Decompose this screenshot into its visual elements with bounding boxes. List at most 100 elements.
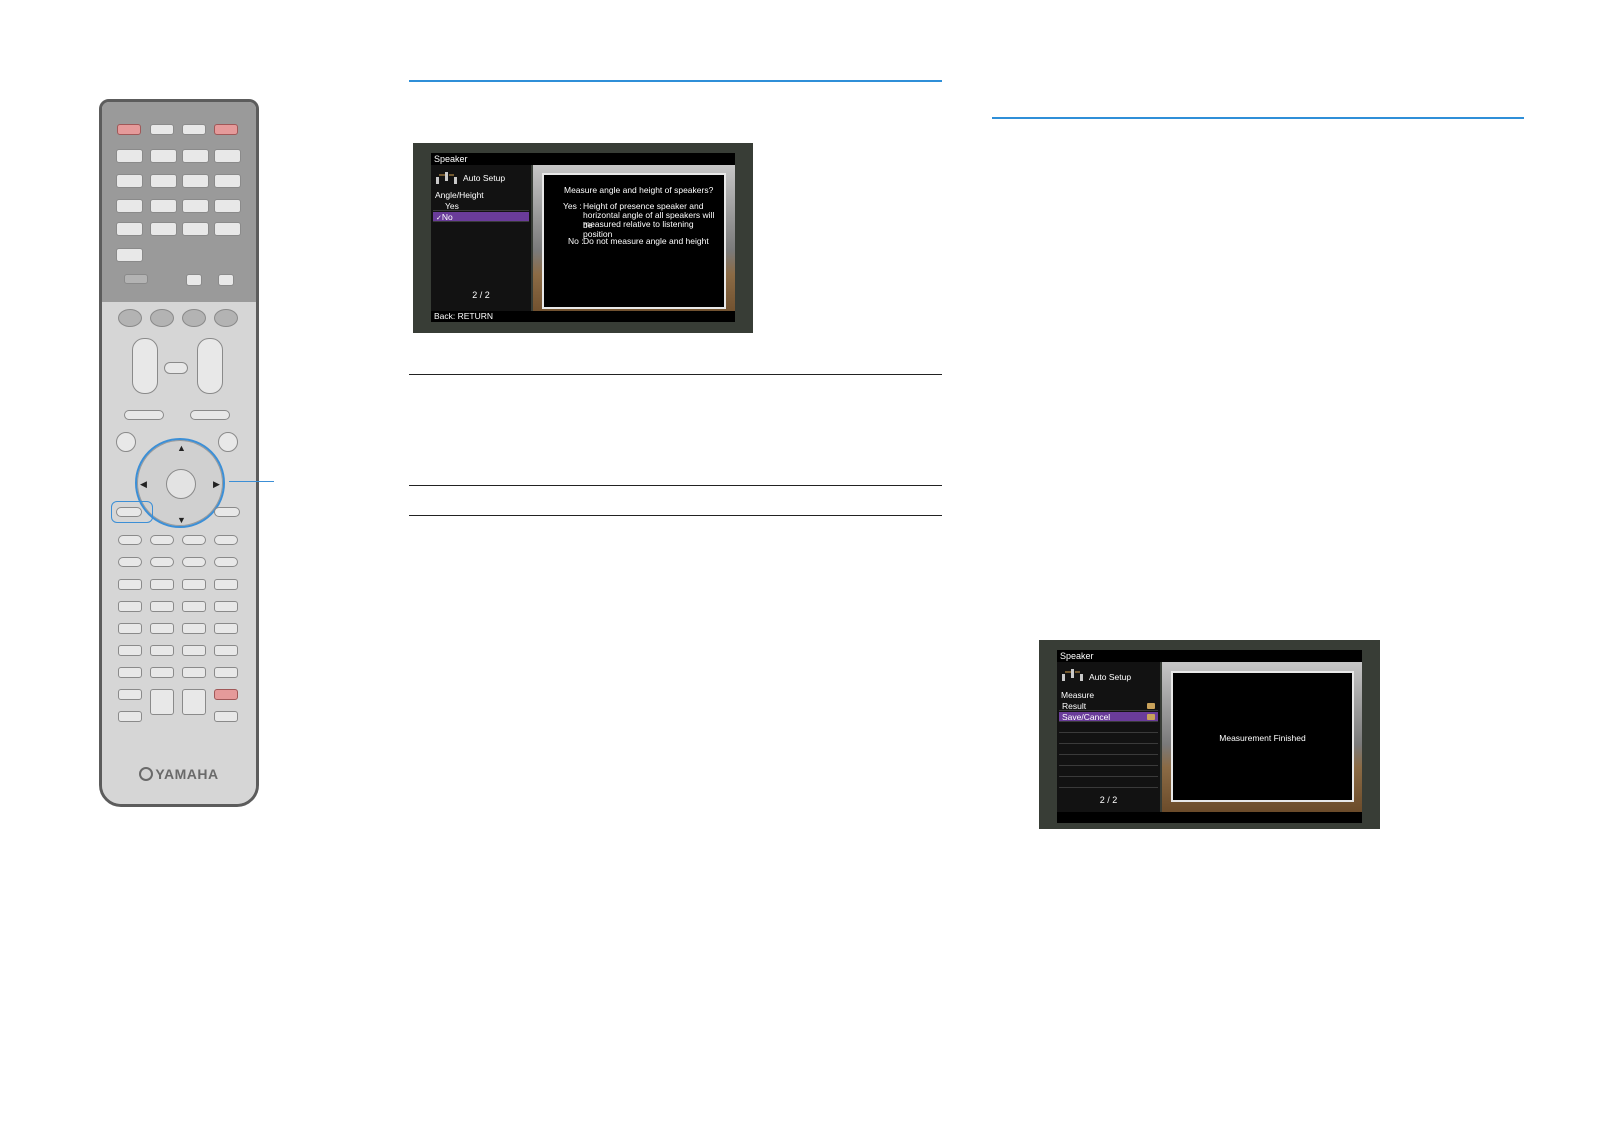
input-button[interactable] xyxy=(182,174,209,188)
channel-rocker[interactable] xyxy=(150,689,174,715)
option-yes[interactable]: Yes xyxy=(433,201,529,211)
keypad-button[interactable] xyxy=(182,579,206,590)
scene-button[interactable] xyxy=(182,309,206,327)
mute-button[interactable] xyxy=(164,362,188,374)
input-button[interactable] xyxy=(214,199,241,213)
play-button[interactable] xyxy=(214,535,238,545)
callout-line xyxy=(229,481,274,482)
keypad-button[interactable] xyxy=(182,667,206,678)
no-line: Do not measure angle and height xyxy=(583,236,709,246)
pause-button[interactable] xyxy=(182,535,206,545)
tv-mute-button[interactable] xyxy=(214,689,238,700)
menu-item-save-cancel[interactable]: Save/Cancel xyxy=(1059,712,1158,722)
input-button[interactable] xyxy=(214,174,241,188)
input-button[interactable] xyxy=(116,199,143,213)
osd-angle-height-screen: Speaker Auto Setup Angle/Height Yes ✓No … xyxy=(413,143,753,333)
osd-message-screen: Measure angle and height of speakers? Ye… xyxy=(542,173,726,309)
input-button[interactable] xyxy=(214,222,241,236)
fast-forward-button[interactable] xyxy=(150,557,174,567)
menu-empty-row xyxy=(1059,767,1158,777)
cursor-up-icon[interactable]: ▲ xyxy=(177,443,186,453)
page-indicator: 2 / 2 xyxy=(1099,795,1118,805)
menu-empty-row xyxy=(1059,723,1158,733)
keypad-button[interactable] xyxy=(150,667,174,678)
osd-stage-backdrop: Measure angle and height of speakers? Ye… xyxy=(533,165,735,321)
input-button[interactable] xyxy=(182,149,209,163)
osd-menu-panel: Auto Setup Measure Result Save/Cancel 2 … xyxy=(1057,662,1160,812)
input-button[interactable] xyxy=(150,222,177,236)
pop-up-menu-button[interactable] xyxy=(218,432,238,452)
osd-message-screen: Measurement Finished xyxy=(1171,671,1354,802)
menu-empty-row xyxy=(1059,756,1158,766)
display-button[interactable] xyxy=(214,507,240,517)
osd-footer xyxy=(1057,812,1362,823)
enter-button[interactable] xyxy=(166,469,196,499)
input-button[interactable] xyxy=(116,149,143,163)
top-menu-button[interactable] xyxy=(116,432,136,452)
tv-volume-rocker[interactable] xyxy=(182,689,206,715)
keypad-button[interactable] xyxy=(118,623,142,634)
return-highlight-box xyxy=(111,501,153,523)
info-button[interactable] xyxy=(218,274,234,286)
input-button[interactable] xyxy=(116,248,143,262)
keypad-button[interactable] xyxy=(150,623,174,634)
keypad-button[interactable] xyxy=(214,623,238,634)
zone-switch[interactable] xyxy=(124,274,148,284)
keypad-button[interactable] xyxy=(118,689,142,700)
keypad-button[interactable] xyxy=(118,667,142,678)
menu-header: Auto Setup xyxy=(1089,672,1132,682)
tv-input-button[interactable] xyxy=(214,711,238,722)
menu-item-result[interactable]: Result xyxy=(1059,701,1158,711)
option-button[interactable] xyxy=(190,410,230,420)
tv-button[interactable] xyxy=(182,124,206,135)
cursor-left-icon[interactable]: ◀ xyxy=(140,479,147,489)
source-button[interactable] xyxy=(150,124,174,135)
input-button[interactable] xyxy=(150,149,177,163)
program-rocker[interactable] xyxy=(132,338,158,394)
skip-back-button[interactable] xyxy=(182,557,206,567)
input-button[interactable] xyxy=(116,174,143,188)
keypad-button[interactable] xyxy=(214,667,238,678)
keypad-button[interactable] xyxy=(214,579,238,590)
keypad-button[interactable] xyxy=(182,601,206,612)
input-button[interactable] xyxy=(116,222,143,236)
scene-button[interactable] xyxy=(150,309,174,327)
input-button[interactable] xyxy=(150,174,177,188)
folder-icon xyxy=(1147,714,1155,720)
keypad-button[interactable] xyxy=(182,623,206,634)
menu-empty-row xyxy=(1059,745,1158,755)
keypad-button[interactable] xyxy=(118,579,142,590)
osd-measurement-finished-screen: Speaker Auto Setup Measure Result Save/C… xyxy=(1039,640,1380,829)
input-button[interactable] xyxy=(182,222,209,236)
keypad-button[interactable] xyxy=(150,645,174,656)
tv-power-button[interactable] xyxy=(214,124,238,135)
setup-button[interactable] xyxy=(124,410,164,420)
keypad-button[interactable] xyxy=(214,645,238,656)
input-button[interactable] xyxy=(182,199,209,213)
keypad-button[interactable] xyxy=(214,601,238,612)
cursor-down-icon[interactable]: ▼ xyxy=(177,515,186,525)
scene-button[interactable] xyxy=(214,309,238,327)
menu-empty-row xyxy=(1059,734,1158,744)
rewind-button[interactable] xyxy=(118,557,142,567)
keypad-button[interactable] xyxy=(118,645,142,656)
scene-button[interactable] xyxy=(118,309,142,327)
rec-button[interactable] xyxy=(118,535,142,545)
divider-rule xyxy=(409,515,942,516)
input-button[interactable] xyxy=(214,149,241,163)
input-button[interactable] xyxy=(150,199,177,213)
keypad-button[interactable] xyxy=(150,601,174,612)
cursor-right-icon[interactable]: ▶ xyxy=(213,479,220,489)
option-no[interactable]: ✓No xyxy=(433,212,529,222)
stop-button[interactable] xyxy=(150,535,174,545)
skip-forward-button[interactable] xyxy=(214,557,238,567)
keypad-button[interactable] xyxy=(182,645,206,656)
keypad-button[interactable] xyxy=(118,601,142,612)
power-button[interactable] xyxy=(117,124,141,135)
volume-rocker[interactable] xyxy=(197,338,223,394)
sleep-button[interactable] xyxy=(186,274,202,286)
keypad-button[interactable] xyxy=(150,579,174,590)
osd-menu-panel: Auto Setup Angle/Height Yes ✓No 2 / 2 xyxy=(431,165,531,321)
section-rule-top-left xyxy=(409,80,942,82)
keypad-button[interactable] xyxy=(118,711,142,722)
